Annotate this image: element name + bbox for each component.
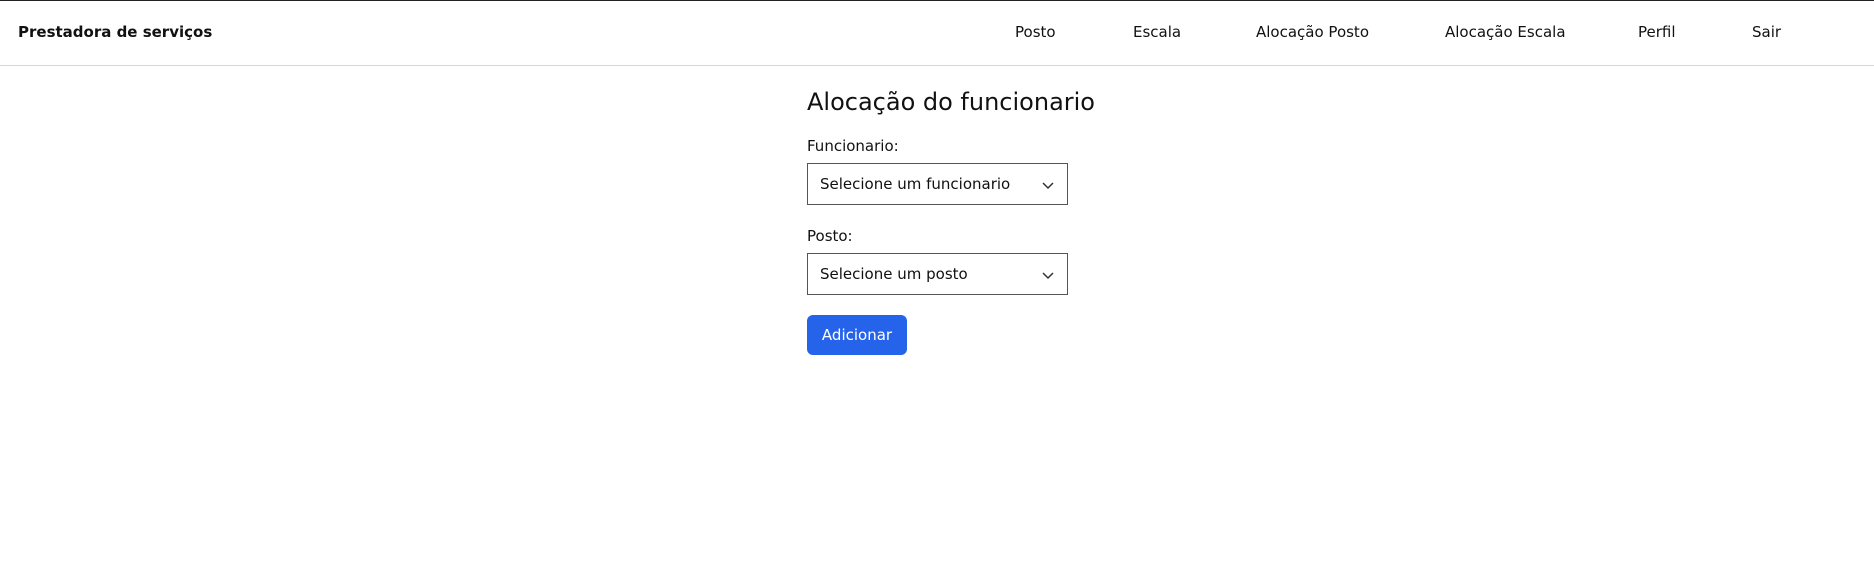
posto-label: Posto: [807,227,853,245]
chevron-down-icon [1042,182,1054,190]
funcionario-select-value: Selecione um funcionario [820,175,1011,193]
chevron-down-icon [1042,272,1054,280]
posto-select[interactable]: Selecione um posto [807,253,1068,295]
posto-select-value: Selecione um posto [820,265,968,283]
add-button[interactable]: Adicionar [807,315,907,355]
nav-item-sair[interactable]: Sair [1752,23,1781,41]
brand-title[interactable]: Prestadora de serviços [18,23,212,41]
nav-item-alocacao-escala[interactable]: Alocação Escala [1445,23,1566,41]
top-navbar: Prestadora de serviços Posto Escala Aloc… [0,0,1874,66]
nav-item-posto[interactable]: Posto [1015,23,1056,41]
nav-item-escala[interactable]: Escala [1133,23,1181,41]
nav-item-alocacao-posto[interactable]: Alocação Posto [1256,23,1369,41]
funcionario-select[interactable]: Selecione um funcionario [807,163,1068,205]
nav-item-perfil[interactable]: Perfil [1638,23,1676,41]
allocation-form: Alocação do funcionario Funcionario: Sel… [807,88,1227,355]
funcionario-label: Funcionario: [807,137,899,155]
page-title: Alocação do funcionario [807,88,1095,116]
